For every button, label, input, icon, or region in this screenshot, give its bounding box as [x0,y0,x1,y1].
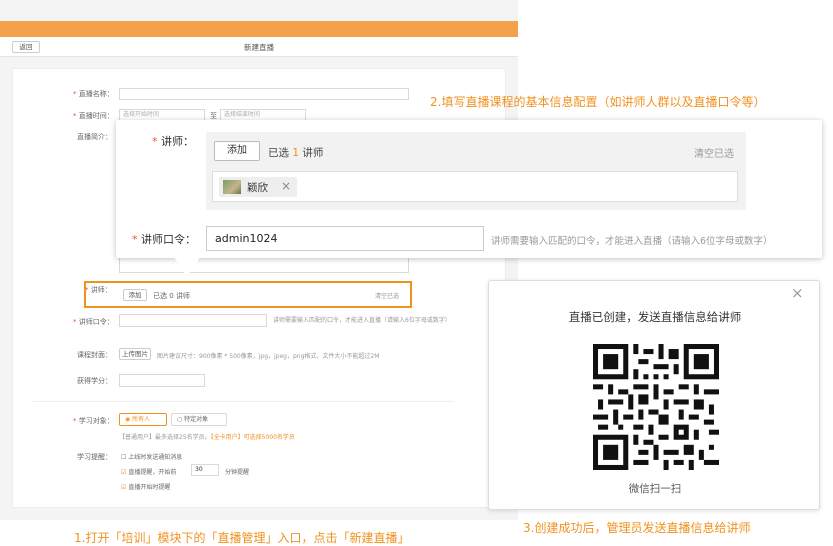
zoom-lecturer-box: 添加 已选 1 讲师 清空已选 颖欣 × [206,132,746,210]
annotation-step1: 1.打开「培训」模块下的「直播管理」入口，点击「新建直播」 [74,531,410,545]
time-label: * 直播时间： [73,112,114,120]
reminder-start-checkbox[interactable]: ☑ 直播开始时提醒 [121,482,170,491]
lecturer-highlight-box [84,281,412,308]
reminder-minutes-input[interactable]: 30 [191,464,219,476]
zoom-add-button[interactable]: 添加 [214,141,260,161]
reminder-label: 学习提醒： [77,453,112,461]
code-label: * 讲师口令： [73,318,114,326]
zoom-code-hint: 讲师需要输入匹配的口令，才能进入直播（请输入6位字母或数字） [491,236,773,247]
dialog-close-icon[interactable]: × [791,284,804,302]
audience-note: 【普通用户】最多选择25名学员。【全卡用户】可选择5000名学员 [119,434,295,441]
page-header: 返回 新建直播 [0,37,518,57]
code-input[interactable] [119,314,267,327]
zoom-code-input[interactable]: admin1024 [206,226,484,251]
annotation-step3: 3.创建成功后，管理员发送直播信息给讲师 [523,521,751,535]
zoom-callout: * 讲师： 添加 已选 1 讲师 清空已选 颖欣 × * 讲师口令： admin… [116,120,822,277]
audience-specific-radio[interactable]: ○ 特定对象 [171,413,227,426]
page-title: 新建直播 [244,43,274,52]
success-dialog: × 直播已创建，发送直播信息给讲师 微信扫一扫 [488,280,820,510]
reminder-minutes-suffix: 分钟提醒 [225,469,250,476]
code-hint: 讲师需要输入匹配的口令，才能进入直播（请输入6位字母或数字） [273,317,451,324]
zoom-code-label: * 讲师口令： [132,233,196,246]
dialog-title: 直播已创建，发送直播信息给讲师 [568,310,742,324]
lecturer-tag: 颖欣 × [219,177,297,197]
callout-pointer [174,257,200,277]
tag-close-icon[interactable]: × [281,179,291,193]
credit-label: 获得学分： [77,377,112,385]
annotation-step2: 2.填写直播课程的基本信息配置（如讲师人群以及直播口令等） [430,95,766,109]
divider [33,401,453,402]
zoom-selected-text: 已选 1 讲师 [268,147,324,159]
zoom-clear-link[interactable]: 清空已选 [694,145,734,160]
cover-hint: 图片建议尺寸：900像素 * 500像素，jpg，jpeg，png格式，文件大小… [157,353,380,360]
zoom-tag-area: 颖欣 × [212,171,738,202]
reminder-online-checkbox[interactable]: ☐ 上线时发送通知消息 [121,452,182,461]
audience-label: * 学习对象： [73,417,114,425]
avatar [223,180,241,194]
cover-upload-button[interactable]: 上传图片 [119,348,151,360]
lecturer-tag-name: 颖欣 [247,182,268,194]
form-screenshot: 返回 新建直播 * 直播名称： * 直播时间： 选择开始时间 至 选择结束时间 … [0,0,518,520]
audience-all-radio[interactable]: ◉ 所有人 [119,413,167,426]
zoom-lecturer-label: * 讲师： [152,135,194,148]
cover-label: 课程封面： [77,351,112,359]
qr-caption: 微信扫一扫 [628,483,682,495]
name-label: * 直播名称： [73,90,114,98]
name-input[interactable] [119,88,409,100]
intro-label: 直播简介： [77,133,112,141]
top-accent-bar [0,21,518,37]
qr-code [593,344,719,470]
credit-input[interactable] [119,374,205,387]
reminder-before-checkbox[interactable]: ☑ 直播提醒，开始前 [121,467,176,476]
